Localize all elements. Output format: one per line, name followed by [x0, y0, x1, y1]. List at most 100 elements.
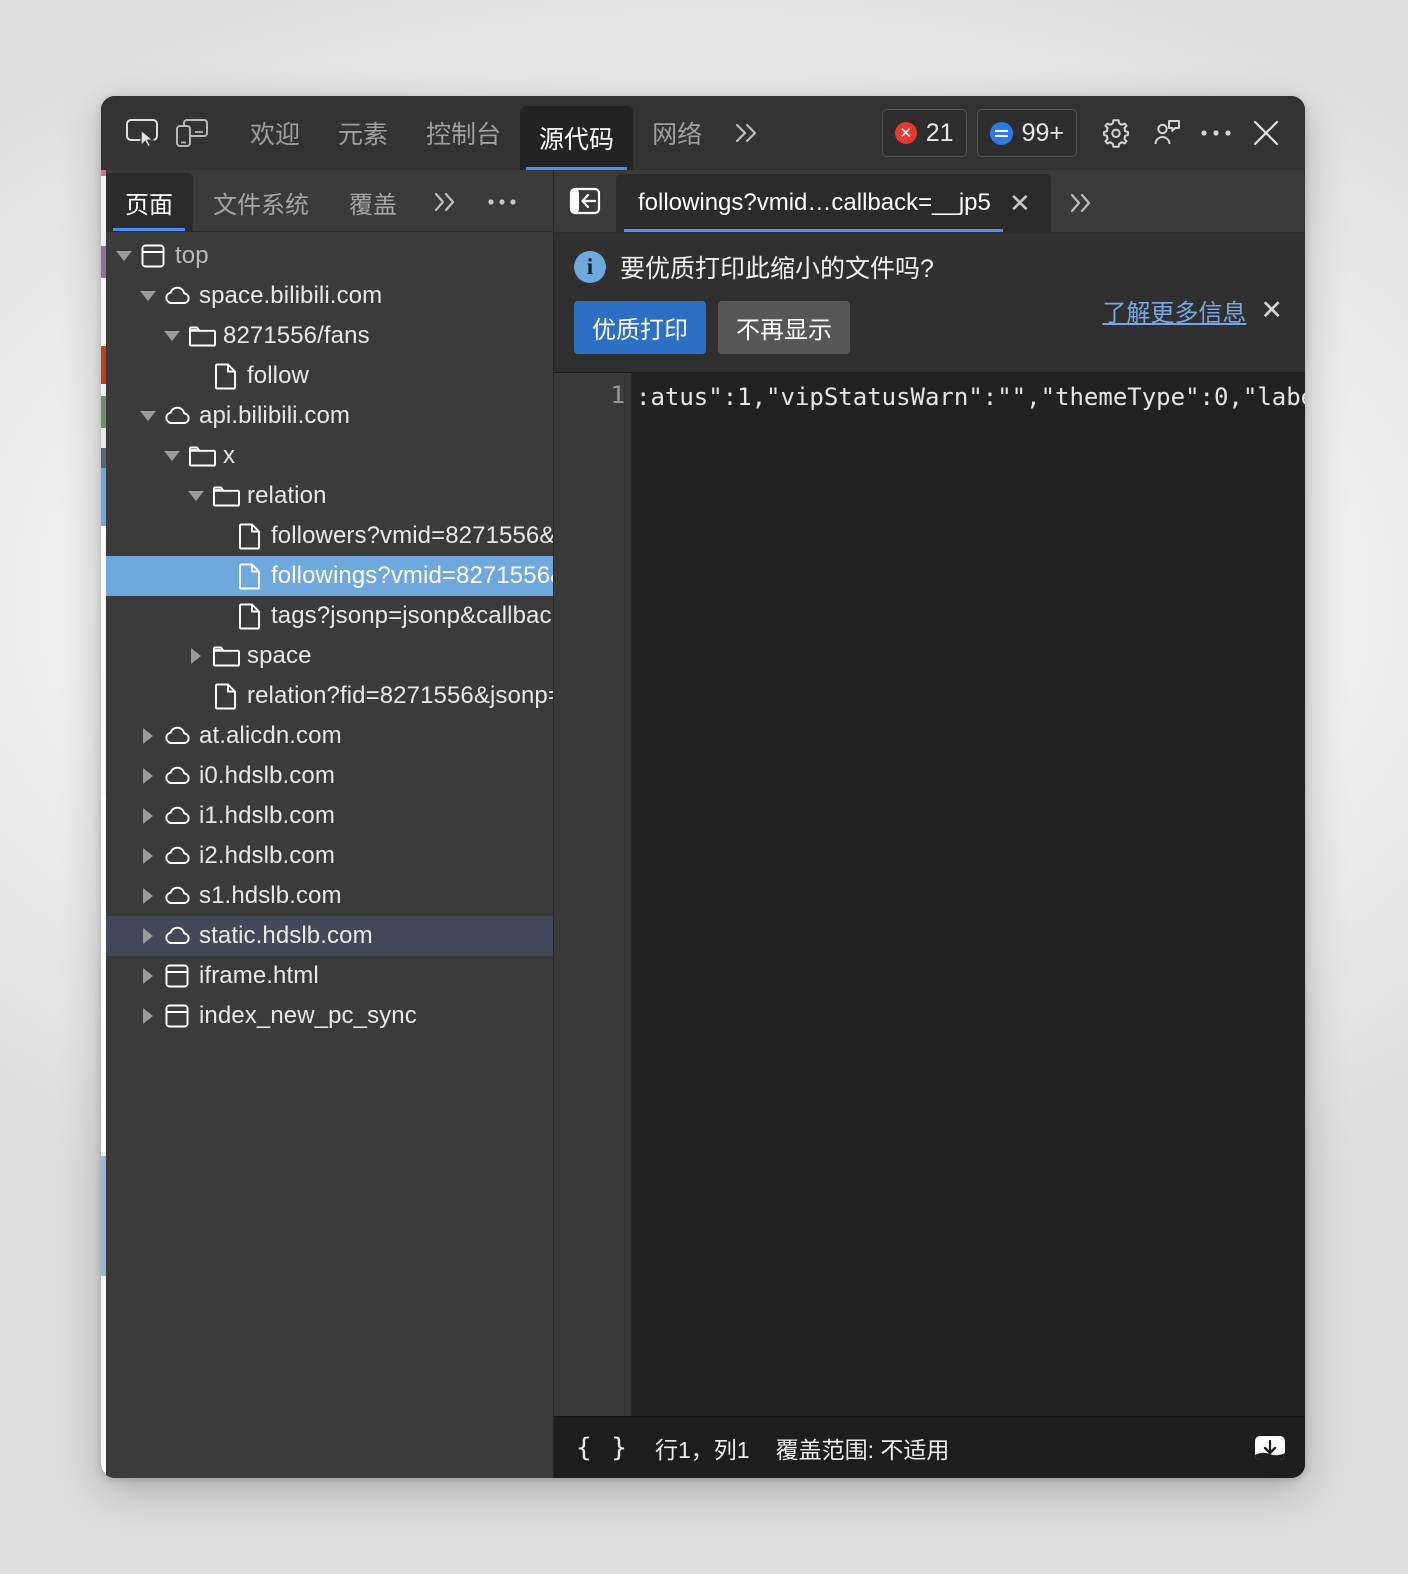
chevron-right-icon[interactable] [135, 728, 161, 744]
chevron-down-icon[interactable] [135, 411, 161, 421]
learn-more-link[interactable]: 了解更多信息 [1102, 293, 1246, 328]
chevron-down-icon[interactable] [111, 251, 137, 261]
line-number: 1 [610, 381, 625, 409]
tree-row[interactable]: 8271556/fans [101, 316, 553, 356]
show-navigator-icon[interactable] [554, 170, 616, 232]
tree-row[interactable]: i1.hdslb.com [101, 796, 553, 836]
code-editor-area[interactable]: 1 :atus":1,"vipStatusWarn":"","themeType… [554, 373, 1305, 1416]
chevron-down-icon[interactable] [135, 291, 161, 301]
editor-status-bar: { } 行1，列1 覆盖范围: 不适用 [554, 1416, 1305, 1478]
tree-row-label: static.hdslb.com [199, 922, 373, 949]
chevron-down-icon[interactable] [183, 491, 209, 501]
cloud-icon [161, 845, 195, 867]
tree-row-label: relation?fid=8271556&jsonp=jsonp&callbac… [247, 682, 553, 709]
info-icon: i [574, 251, 606, 283]
editor-tabbar: followings?vmid…callback=__jp5 ✕ [554, 170, 1305, 233]
file-icon [233, 522, 267, 550]
feedback-person-icon[interactable] [1141, 108, 1191, 158]
line-number-gutter: 1 [554, 373, 632, 1416]
more-tabs-icon[interactable] [721, 108, 771, 158]
infobar-close-icon[interactable]: ✕ [1260, 297, 1283, 324]
message-count-badge[interactable]: 99+ [976, 109, 1077, 157]
tree-row[interactable]: relation [101, 476, 553, 516]
nav-tab-filesystem[interactable]: 文件系统 [193, 173, 329, 231]
tree-row[interactable]: followings?vmid=8271556&pn=1&ps=20&order… [101, 556, 553, 596]
file-tree[interactable]: top space.bilibili.com 8271556/fans follow a… [101, 232, 553, 1478]
tree-row-label: space.bilibili.com [199, 282, 383, 309]
tree-row[interactable]: static.hdslb.com [101, 916, 553, 956]
editor-tab-active[interactable]: followings?vmid…callback=__jp5 ✕ [616, 174, 1051, 232]
chevron-right-icon[interactable] [135, 968, 161, 984]
frame-icon [137, 243, 171, 269]
tree-row-label: tags?jsonp=jsonp&callback=__jp4 [271, 602, 553, 629]
frame-icon [161, 963, 195, 989]
tree-row[interactable]: followers?vmid=8271556&pn=1&ps=20&order=… [101, 516, 553, 556]
chevron-right-icon[interactable] [135, 808, 161, 824]
nav-tab-overrides[interactable]: 覆盖 [329, 173, 417, 231]
tree-row[interactable]: top [101, 236, 553, 276]
devtools-body: 页面 文件系统 覆盖 top space.bilibili.com 827155… [101, 170, 1305, 1478]
tree-row[interactable]: space [101, 636, 553, 676]
chevron-right-icon[interactable] [135, 1008, 161, 1024]
tab-sources[interactable]: 源代码 [520, 106, 634, 170]
tree-row[interactable]: x [101, 436, 553, 476]
cloud-icon [161, 725, 195, 747]
pretty-print-toggle-icon[interactable]: { } [576, 1433, 629, 1463]
tab-elements[interactable]: 元素 [319, 96, 407, 170]
tree-row[interactable]: i2.hdslb.com [101, 836, 553, 876]
tree-row-label: 8271556/fans [223, 322, 370, 349]
chevron-right-icon[interactable] [135, 928, 161, 944]
tree-row[interactable]: tags?jsonp=jsonp&callback=__jp4 [101, 596, 553, 636]
pretty-print-infobar: i 要优质打印此缩小的文件吗? 优质打印 不再显示 了解更多信息 ✕ [554, 233, 1305, 373]
tree-row-label: api.bilibili.com [199, 402, 350, 429]
error-count-badge[interactable]: ✕ 21 [881, 109, 967, 157]
error-count: 21 [925, 118, 954, 147]
nav-options-icon[interactable] [473, 173, 531, 231]
tree-row[interactable]: api.bilibili.com [101, 396, 553, 436]
devtools-main-toolbar: 欢迎 元素 控制台 源代码 网络 ✕ 21 99+ [101, 96, 1305, 170]
chevron-right-icon[interactable] [183, 648, 209, 664]
nav-more-tabs-icon[interactable] [417, 173, 473, 231]
inspect-element-icon[interactable] [117, 108, 167, 158]
frame-icon [161, 1003, 195, 1029]
tree-row-label: followings?vmid=8271556&pn=1&ps=20&order… [271, 562, 553, 589]
device-toolbar-icon[interactable] [167, 108, 217, 158]
chevron-down-icon[interactable] [159, 331, 185, 341]
tab-welcome[interactable]: 欢迎 [231, 96, 319, 170]
tree-row[interactable]: relation?fid=8271556&jsonp=jsonp&callbac… [101, 676, 553, 716]
tree-row-label: at.alicdn.com [199, 722, 342, 749]
tree-row[interactable]: at.alicdn.com [101, 716, 553, 756]
chevron-right-icon[interactable] [135, 768, 161, 784]
tab-console[interactable]: 控制台 [407, 96, 520, 170]
gear-icon[interactable] [1091, 108, 1141, 158]
pretty-print-button[interactable]: 优质打印 [574, 301, 706, 354]
dont-show-again-button[interactable]: 不再显示 [718, 301, 850, 354]
tree-row[interactable]: iframe.html [101, 956, 553, 996]
more-options-icon[interactable] [1191, 108, 1241, 158]
tree-row[interactable]: follow [101, 356, 553, 396]
chevron-down-icon[interactable] [159, 451, 185, 461]
error-icon: ✕ [894, 122, 917, 144]
tab-network[interactable]: 网络 [633, 96, 721, 170]
close-icon[interactable] [1241, 108, 1291, 158]
nav-tab-page[interactable]: 页面 [105, 173, 193, 231]
download-icon[interactable] [1251, 1431, 1289, 1465]
code-content[interactable]: :atus":1,"vipStatusWarn":"","themeType":… [632, 373, 1305, 1416]
cloud-icon [161, 765, 195, 787]
tree-row-label: follow [247, 362, 309, 389]
tree-row-label: index_new_pc_sync [199, 1002, 417, 1029]
editor-tab-close-icon[interactable]: ✕ [1007, 190, 1033, 216]
tree-row[interactable]: s1.hdslb.com [101, 876, 553, 916]
tree-row[interactable]: space.bilibili.com [101, 276, 553, 316]
tree-row[interactable]: i0.hdslb.com [101, 756, 553, 796]
cloud-icon [161, 805, 195, 827]
infobar-right-controls: 了解更多信息 ✕ [1102, 293, 1283, 328]
tree-row-label: i0.hdslb.com [199, 762, 335, 789]
tree-row-label: iframe.html [199, 962, 319, 989]
chevron-right-icon[interactable] [135, 888, 161, 904]
chevron-right-icon[interactable] [135, 848, 161, 864]
editor-more-tabs-icon[interactable] [1051, 174, 1111, 232]
sources-editor-pane: followings?vmid…callback=__jp5 ✕ i 要优质打印… [554, 170, 1305, 1478]
sources-navigator-panel: 页面 文件系统 覆盖 top space.bilibili.com 827155… [101, 170, 554, 1478]
tree-row[interactable]: index_new_pc_sync [101, 996, 553, 1036]
